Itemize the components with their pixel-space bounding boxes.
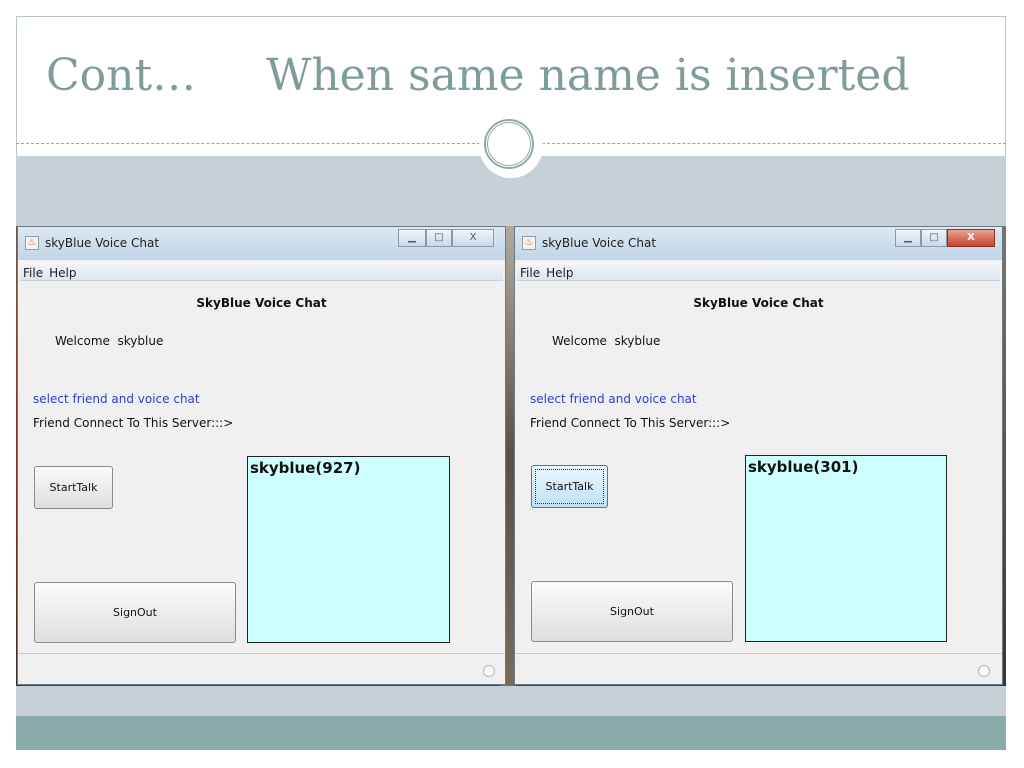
chat-window-left: ♨ skyBlue Voice Chat ▁ □ X File Help SkyB… bbox=[17, 226, 506, 685]
friend-list-item[interactable]: skyblue(301) bbox=[748, 458, 858, 476]
window-title: skyBlue Voice Chat bbox=[45, 236, 160, 250]
status-bar bbox=[18, 653, 505, 684]
friend-list[interactable]: skyblue(301) bbox=[745, 455, 947, 642]
focus-ring bbox=[535, 469, 604, 504]
ornament-ring-inner bbox=[487, 122, 531, 166]
sign-out-button[interactable]: SignOut bbox=[34, 582, 236, 643]
close-button[interactable]: X bbox=[452, 229, 494, 247]
menu-bar: File Help bbox=[517, 262, 1000, 281]
screenshot-area: ♨ skyBlue Voice Chat ▁ □ X File Help SkyB… bbox=[16, 226, 1006, 686]
window-titlebar[interactable]: ♨ skyBlue Voice Chat ▁ □ X bbox=[515, 227, 1002, 260]
status-indicator-icon bbox=[483, 665, 495, 677]
maximize-button[interactable]: □ bbox=[921, 229, 947, 247]
status-indicator-icon bbox=[978, 665, 990, 677]
start-talk-button[interactable]: StartTalk bbox=[34, 466, 113, 509]
select-friend-label: select friend and voice chat bbox=[530, 392, 697, 406]
app-heading: SkyBlue Voice Chat bbox=[196, 296, 327, 310]
sign-out-button[interactable]: SignOut bbox=[531, 581, 733, 642]
menu-help[interactable]: Help bbox=[543, 264, 576, 282]
slide-title: Cont… When same name is inserted bbox=[46, 50, 910, 101]
app-heading: SkyBlue Voice Chat bbox=[693, 296, 824, 310]
window-title: skyBlue Voice Chat bbox=[542, 236, 657, 250]
chat-window-right: ♨ skyBlue Voice Chat ▁ □ X File Help SkyB… bbox=[514, 226, 1003, 685]
friend-list-item[interactable]: skyblue(927) bbox=[250, 459, 360, 477]
window-titlebar[interactable]: ♨ skyBlue Voice Chat ▁ □ X bbox=[18, 227, 505, 260]
select-friend-label: select friend and voice chat bbox=[33, 392, 200, 406]
status-bar bbox=[515, 653, 1002, 684]
menu-file[interactable]: File bbox=[517, 264, 543, 282]
menu-help[interactable]: Help bbox=[46, 264, 79, 282]
friend-connect-label: Friend Connect To This Server:::> bbox=[33, 416, 234, 430]
menu-file[interactable]: File bbox=[20, 264, 46, 282]
window-controls: ▁ □ X bbox=[398, 229, 498, 247]
close-button[interactable]: X bbox=[947, 229, 995, 247]
maximize-button[interactable]: □ bbox=[426, 229, 452, 247]
friend-list[interactable]: skyblue(927) bbox=[247, 456, 450, 643]
welcome-label: Welcome skyblue bbox=[55, 334, 164, 348]
friend-connect-label: Friend Connect To This Server:::> bbox=[530, 416, 731, 430]
minimize-button[interactable]: ▁ bbox=[895, 229, 921, 247]
start-talk-button[interactable]: StartTalk bbox=[531, 465, 608, 508]
java-icon: ♨ bbox=[522, 236, 536, 250]
welcome-label: Welcome skyblue bbox=[552, 334, 661, 348]
minimize-button[interactable]: ▁ bbox=[398, 229, 426, 247]
footer-teal-band bbox=[16, 716, 1006, 750]
window-controls: ▁ □ X bbox=[895, 229, 999, 247]
java-icon: ♨ bbox=[25, 236, 39, 250]
menu-bar: File Help bbox=[20, 262, 503, 281]
bottom-band bbox=[16, 686, 1006, 716]
